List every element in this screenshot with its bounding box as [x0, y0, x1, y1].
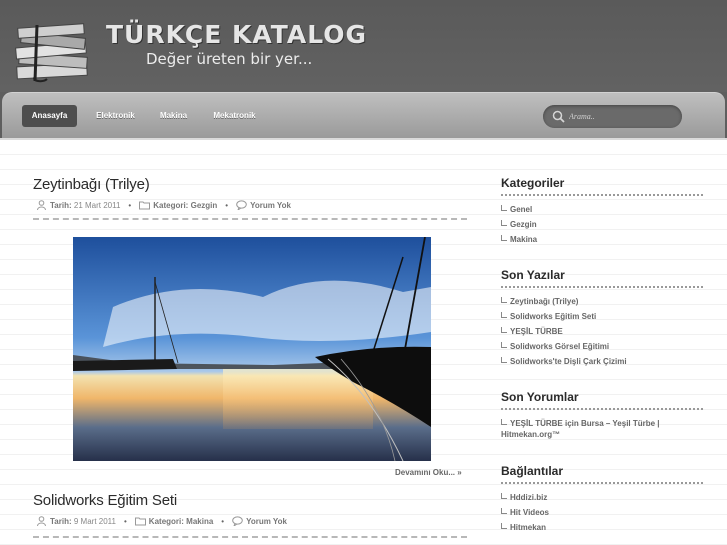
post-date: 9 Mart 2011: [73, 516, 116, 526]
post-date: 21 Mart 2011: [73, 200, 121, 210]
link-item[interactable]: Hddizi.biz: [501, 492, 701, 503]
recent-post-item[interactable]: YEŞİL TÜRBE: [501, 326, 701, 337]
recent-post-item[interactable]: Solidworks Eğitim Seti: [501, 311, 701, 322]
comments-link[interactable]: Yorum Yok: [246, 517, 287, 526]
date-label: Tarih:: [50, 516, 72, 526]
meta-separator: •: [123, 516, 127, 526]
user-icon: [37, 200, 46, 210]
corner-arrow-icon: [501, 493, 507, 499]
meta-separator: •: [128, 200, 132, 210]
corner-arrow-icon: [501, 419, 507, 425]
harbor-sunset-image[interactable]: [73, 237, 431, 461]
category-label: Kategori:: [148, 516, 184, 526]
search-input[interactable]: [569, 109, 674, 124]
widget-title-recent-posts: Son Yazılar: [501, 268, 565, 282]
nav-item-mekatronik[interactable]: Mekatronik: [207, 105, 262, 127]
site-tagline: Değer üreten bir yer...: [146, 50, 313, 68]
post-divider: [33, 536, 467, 538]
read-more-link[interactable]: Devamını Oku... »: [395, 468, 462, 477]
content-area: Zeytinbağı (Trilye) Tarih: 21 Mart 2011 …: [0, 138, 727, 545]
corner-arrow-icon: [501, 327, 507, 333]
comment-icon: [232, 516, 243, 526]
comment-icon: [236, 200, 247, 210]
corner-arrow-icon: [501, 205, 507, 211]
recent-post-item[interactable]: Zeytinbağı (Trilye): [501, 296, 701, 307]
meta-separator: •: [225, 200, 229, 210]
corner-arrow-icon: [501, 297, 507, 303]
recent-post-item[interactable]: Solidworks'te Dişli Çark Çizimi: [501, 356, 701, 367]
nav-item-makina[interactable]: Makina: [151, 105, 196, 127]
widget-title-links: Bağlantılar: [501, 464, 564, 478]
post-category-link[interactable]: Gezgin: [191, 201, 218, 210]
corner-arrow-icon: [501, 220, 507, 226]
date-label: Tarih:: [50, 200, 72, 210]
post-category-link[interactable]: Makina: [186, 517, 213, 526]
nav-item-anasayfa[interactable]: Anasayfa: [22, 105, 77, 127]
category-item[interactable]: Makina: [501, 234, 701, 245]
widget-divider: [501, 482, 703, 484]
widget-divider: [501, 286, 703, 288]
search-icon[interactable]: [552, 110, 565, 123]
corner-arrow-icon: [501, 357, 507, 363]
nav-item-elektronik[interactable]: Elektronik: [88, 105, 143, 127]
folder-icon: [139, 201, 151, 210]
corner-arrow-icon: [501, 342, 507, 348]
recent-post-item[interactable]: Solidworks Görsel Eğitimi: [501, 341, 701, 352]
post-divider: [33, 218, 467, 220]
widget-divider: [501, 194, 703, 196]
category-item[interactable]: Gezgin: [501, 219, 701, 230]
corner-arrow-icon: [501, 235, 507, 241]
meta-separator: •: [221, 516, 225, 526]
recent-comment-item[interactable]: YEŞİL TÜRBE için Bursa – Yeşil Türbe | H…: [501, 418, 681, 440]
post-title[interactable]: Zeytinbağı (Trilye): [33, 176, 150, 193]
corner-arrow-icon: [501, 523, 507, 529]
post-meta: Tarih: 21 Mart 2011 • Kategori: Gezgin •…: [36, 200, 291, 210]
site-header: TÜRKÇE KATALOG Değer üreten bir yer...: [0, 0, 727, 92]
search-box[interactable]: [543, 105, 682, 128]
post-title[interactable]: Solidworks Eğitim Seti: [33, 492, 177, 509]
link-item[interactable]: Hit Videos: [501, 507, 701, 518]
category-item[interactable]: Genel: [501, 204, 701, 215]
widget-title-categories: Kategoriler: [501, 176, 565, 190]
book-stack-logo[interactable]: [13, 21, 95, 83]
comments-link[interactable]: Yorum Yok: [250, 201, 291, 210]
user-icon: [37, 516, 46, 526]
category-label: Kategori:: [153, 200, 189, 210]
widget-title-recent-comments: Son Yorumlar: [501, 390, 579, 404]
widget-divider: [501, 408, 703, 410]
site-title[interactable]: TÜRKÇE KATALOG: [106, 20, 367, 49]
corner-arrow-icon: [501, 508, 507, 514]
folder-icon: [134, 517, 146, 526]
main-navigation: Anasayfa Elektronik Makina Mekatronik: [2, 92, 725, 138]
post-meta: Tarih: 9 Mart 2011 • Kategori: Makina • …: [36, 516, 287, 526]
link-item[interactable]: Hitmekan: [501, 522, 701, 533]
corner-arrow-icon: [501, 312, 507, 318]
